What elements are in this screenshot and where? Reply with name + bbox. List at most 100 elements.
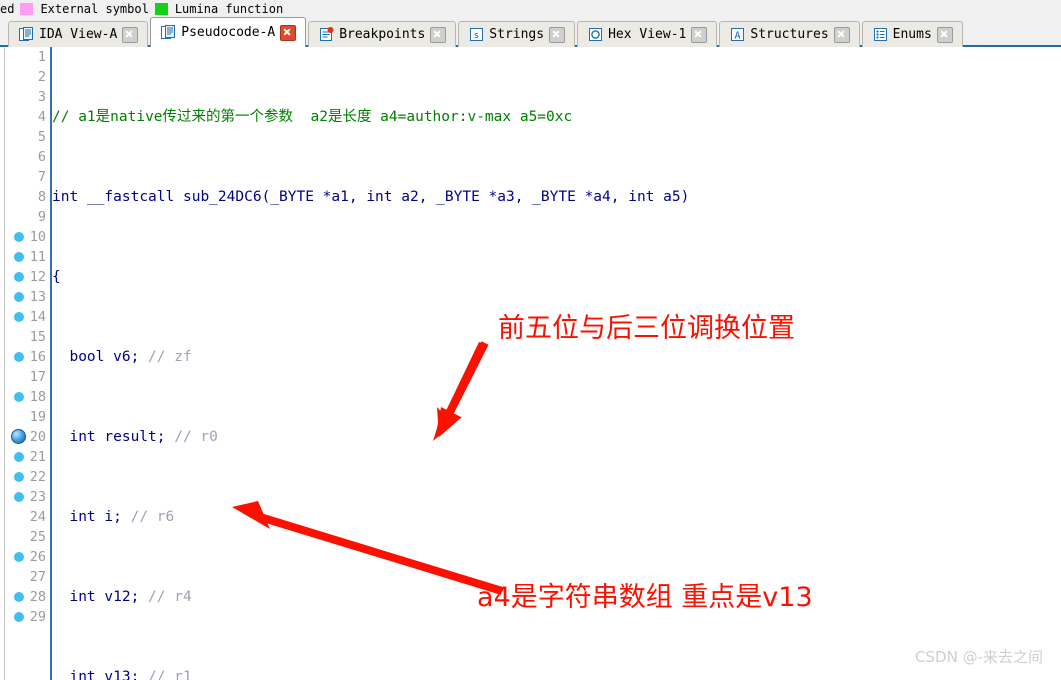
gutter-line: 11 [6, 247, 50, 267]
code-line-8[interactable]: int v13; // r1 [52, 667, 1061, 680]
gutter-line: 24 [6, 507, 50, 527]
code-params: (_BYTE *a1, int a2, _BYTE *a3, _BYTE *a4… [261, 189, 690, 205]
line-number: 26 [29, 549, 46, 565]
gutter-line: 27 [6, 567, 50, 587]
line-number: 29 [29, 609, 46, 625]
line-number: 14 [29, 309, 46, 325]
gutter-line: 15 [6, 327, 50, 347]
gutter-line: 5 [6, 127, 50, 147]
close-icon[interactable] [936, 26, 953, 43]
tab-enums[interactable]: Enums [861, 21, 963, 47]
tab-label: Strings [489, 27, 545, 42]
legend-item-lumina-function: Lumina function [149, 2, 283, 16]
code-calling-convention: __fastcall [86, 189, 175, 205]
tab-breakpoints[interactable]: Breakpoints [308, 21, 457, 47]
close-icon[interactable] [280, 24, 297, 41]
line-number: 13 [29, 289, 46, 305]
gutter-line: 13 [6, 287, 50, 307]
code-line-3[interactable]: { [52, 267, 1061, 287]
hex-view-icon [588, 27, 603, 42]
legend-truncated-text: ed [0, 1, 15, 16]
line-number: 12 [29, 269, 46, 285]
close-icon[interactable] [691, 26, 708, 43]
code-line-6[interactable]: int i; // r6 [52, 507, 1061, 527]
document-pages-icon [161, 25, 176, 40]
line-number: 9 [37, 209, 46, 225]
close-icon[interactable] [122, 26, 139, 43]
line-number: 6 [37, 149, 46, 165]
lumina-function-swatch-icon [154, 2, 168, 15]
code-declaration: bool v6; [69, 349, 140, 365]
gutter-line: 9 [6, 207, 50, 227]
annotation-a4-array: a4是字符串数组 重点是v13 [477, 582, 813, 613]
gutter-line: 18 [6, 387, 50, 407]
line-number: 18 [29, 389, 46, 405]
code-line-5[interactable]: int result; // r0 [52, 427, 1061, 447]
pseudocode-editor[interactable]: 1 2 3 4 5 6 7 8 9 10 11 12 13 14 15 16 1… [0, 47, 1061, 680]
code-line-1[interactable]: // a1是native传过来的第一个参数 a2是长度 a4=author:v-… [52, 107, 1061, 127]
structures-icon: A [730, 27, 745, 42]
tab-label: Pseudocode-A [181, 25, 276, 40]
tab-label: Enums [892, 27, 932, 42]
line-number: 23 [29, 489, 46, 505]
code-declaration: int i; [69, 509, 122, 525]
code-register-annotation: // r0 [174, 429, 218, 445]
tab-label: Breakpoints [339, 27, 426, 42]
close-icon[interactable] [833, 26, 850, 43]
tab-label: Hex View-1 [608, 27, 687, 42]
code-function-name: sub_24DC6 [182, 189, 262, 205]
gutter-line: 25 [6, 527, 50, 547]
tab-pseudocode-a[interactable]: Pseudocode-A [150, 17, 307, 47]
code-comment: // a1是native传过来的第一个参数 a2是长度 a4=author:v-… [52, 109, 573, 125]
tab-bar: IDA View-A Pseudocode-A Breakpoints s St… [0, 17, 1061, 47]
gutter-line: 23 [6, 487, 50, 507]
close-icon[interactable] [430, 26, 447, 43]
legend-bar: ed External symbol Lumina function [0, 0, 1061, 17]
graph-overview-strip[interactable] [0, 47, 5, 680]
code-line-2[interactable]: int __fastcall sub_24DC6(_BYTE *a1, int … [52, 187, 1061, 207]
enums-icon [873, 27, 888, 42]
legend-label-external-symbol: External symbol [40, 1, 149, 16]
code-declaration: int v13; [69, 669, 140, 680]
code-line-4[interactable]: bool v6; // zf [52, 347, 1061, 367]
code-declaration: int v12; [69, 589, 140, 605]
tab-hex-view-1[interactable]: Hex View-1 [577, 21, 718, 47]
tab-strings[interactable]: s Strings [458, 21, 576, 47]
line-number: 17 [29, 369, 46, 385]
line-number: 25 [29, 529, 46, 545]
line-number: 8 [37, 189, 46, 205]
tab-strip: IDA View-A Pseudocode-A Breakpoints s St… [8, 17, 965, 47]
gutter-line: 22 [6, 467, 50, 487]
line-number: 24 [29, 509, 46, 525]
code-declaration: int result; [69, 429, 166, 445]
line-number: 28 [29, 589, 46, 605]
external-symbol-swatch-icon [20, 2, 34, 15]
line-number: 20 [29, 429, 46, 445]
line-number: 22 [29, 469, 46, 485]
gutter-line: 21 [6, 447, 50, 467]
gutter-line: 8 [6, 187, 50, 207]
gutter-line: 28 [6, 587, 50, 607]
gutter-line: 2 [6, 67, 50, 87]
gutter-line: 3 [6, 87, 50, 107]
tab-structures[interactable]: A Structures [719, 21, 860, 47]
strings-icon: s [469, 27, 484, 42]
line-number-gutter[interactable]: 1 2 3 4 5 6 7 8 9 10 11 12 13 14 15 16 1… [6, 47, 50, 680]
tab-ida-view-a[interactable]: IDA View-A [8, 21, 149, 47]
tab-label: Structures [750, 27, 829, 42]
line-number: 15 [29, 329, 46, 345]
code-register-annotation: // r6 [130, 509, 175, 525]
line-number: 5 [37, 129, 46, 145]
close-icon[interactable] [549, 26, 566, 43]
gutter-line: 26 [6, 547, 50, 567]
line-number: 4 [37, 109, 46, 125]
document-pages-icon [19, 27, 34, 42]
gutter-line: 17 [6, 367, 50, 387]
code-brace: { [52, 269, 61, 285]
line-number: 19 [29, 409, 46, 425]
